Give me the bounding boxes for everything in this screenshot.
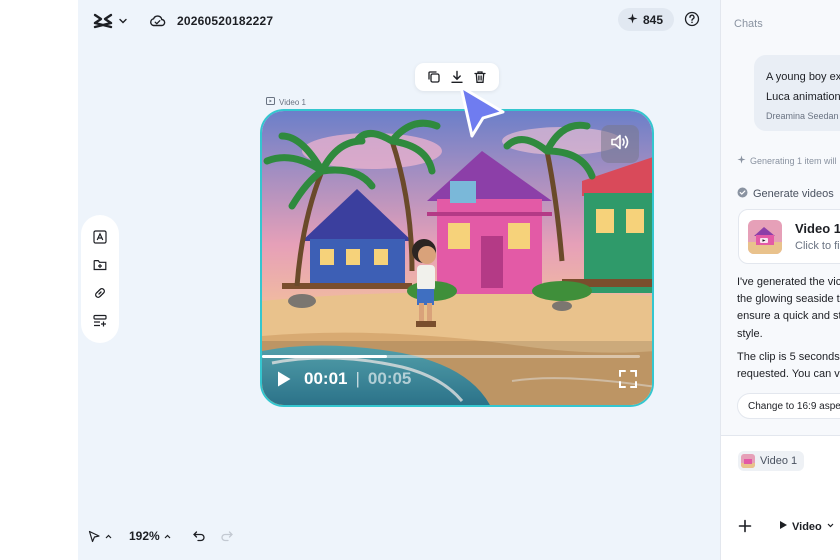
undo-icon[interactable] xyxy=(192,529,206,543)
video-small-icon xyxy=(266,97,275,107)
play-icon[interactable] xyxy=(276,370,292,388)
mode-label: Video xyxy=(792,520,822,533)
delete-icon[interactable] xyxy=(473,70,487,84)
generating-status: Generating 1 item will xyxy=(737,155,837,166)
pointer-icon xyxy=(88,530,101,543)
download-icon[interactable] xyxy=(450,70,464,84)
cursor-pointer-icon xyxy=(458,84,508,145)
sparkle-icon xyxy=(627,13,638,27)
generate-videos-step[interactable]: Generate videos xyxy=(737,187,834,201)
text-icon[interactable] xyxy=(93,230,107,244)
zoom-level: 192% xyxy=(129,529,160,543)
credits-badge[interactable]: 845 xyxy=(618,8,675,31)
check-circle-icon xyxy=(737,187,748,201)
help-icon[interactable] xyxy=(684,11,700,32)
editor-canvas[interactable]: 20260520182227 845 Video 1 00:01 | 00:05… xyxy=(78,0,720,560)
user-message-bubble: A young boy ex Luca animation Dreamina S… xyxy=(754,55,840,131)
suggestion-chip[interactable]: Change to 16:9 aspe xyxy=(737,393,840,419)
fullscreen-icon[interactable] xyxy=(618,369,638,389)
time-separator: | xyxy=(355,369,360,388)
assistant-message: I've generated the vic the glowing seasi… xyxy=(737,274,840,389)
assistant-line: style. xyxy=(737,327,763,340)
plus-icon[interactable] xyxy=(738,519,752,533)
chat-panel: Chats A young boy ex Luca animation Drea… xyxy=(720,0,840,560)
redo-icon[interactable] xyxy=(220,529,234,543)
bottom-bar: 192% xyxy=(88,526,234,546)
assistant-line: requested. You can v xyxy=(737,368,840,381)
generating-status-text: Generating 1 item will xyxy=(750,155,837,166)
mode-selector[interactable]: Video xyxy=(779,520,835,533)
assistant-line: the glowing seaside t xyxy=(737,293,840,306)
video-progress-fill xyxy=(262,355,387,358)
app-menu-button[interactable] xyxy=(93,13,128,29)
chevron-down-icon xyxy=(826,521,835,533)
video-controls: 00:01 | 00:05 xyxy=(276,367,638,391)
attachment-chip[interactable]: Video 1 xyxy=(738,451,805,471)
video-card-name: Video 1 xyxy=(795,221,840,236)
duplicate-icon[interactable] xyxy=(427,70,441,84)
generated-video-card[interactable]: Video 1 Click to fi xyxy=(738,209,840,264)
capcut-logo-icon xyxy=(93,13,113,29)
user-message-line-1: A young boy ex xyxy=(766,71,840,83)
current-time: 00:01 xyxy=(304,369,348,388)
play-small-icon xyxy=(779,520,788,533)
video-tag-label: Video 1 xyxy=(279,97,306,107)
add-folder-icon[interactable] xyxy=(93,258,107,272)
chevron-up-icon xyxy=(104,532,113,541)
assistant-line: I've generated the vic xyxy=(737,276,840,288)
zoom-control[interactable]: 192% xyxy=(129,529,172,543)
left-blank-area xyxy=(0,0,78,560)
link-icon[interactable] xyxy=(93,286,107,300)
video-thumbnail xyxy=(748,220,782,254)
project-title[interactable]: 20260520182227 xyxy=(177,14,273,28)
cloud-icon[interactable] xyxy=(149,13,166,33)
user-message-line-2: Luca animation xyxy=(766,91,840,103)
sparkle-icon xyxy=(737,155,746,166)
video-card-subtitle: Click to fi xyxy=(795,240,840,252)
chevron-down-icon xyxy=(118,16,128,26)
attachment-thumbnail xyxy=(741,454,755,468)
list-add-icon[interactable] xyxy=(93,314,107,328)
attachment-label: Video 1 xyxy=(760,455,798,467)
select-tool-button[interactable] xyxy=(88,530,113,543)
volume-icon xyxy=(610,133,630,156)
total-time: 00:05 xyxy=(367,369,412,388)
generate-videos-label: Generate videos xyxy=(753,188,834,200)
video-progress-bar[interactable] xyxy=(262,355,640,358)
assistant-line: The clip is 5 seconds xyxy=(737,350,840,363)
chat-input-area[interactable]: Video 1 Video xyxy=(721,435,840,560)
assistant-line: ensure a quick and st xyxy=(737,310,840,323)
credits-count: 845 xyxy=(643,12,664,27)
volume-button[interactable] xyxy=(601,125,639,163)
chevron-up-icon xyxy=(163,532,172,541)
video-frame-image xyxy=(262,111,652,405)
video-tag: Video 1 xyxy=(266,97,306,107)
chats-title: Chats xyxy=(734,18,763,30)
video-player[interactable]: 00:01 | 00:05 xyxy=(260,109,654,407)
user-message-model: Dreamina Seedan xyxy=(766,111,839,121)
side-toolbar xyxy=(81,215,119,343)
